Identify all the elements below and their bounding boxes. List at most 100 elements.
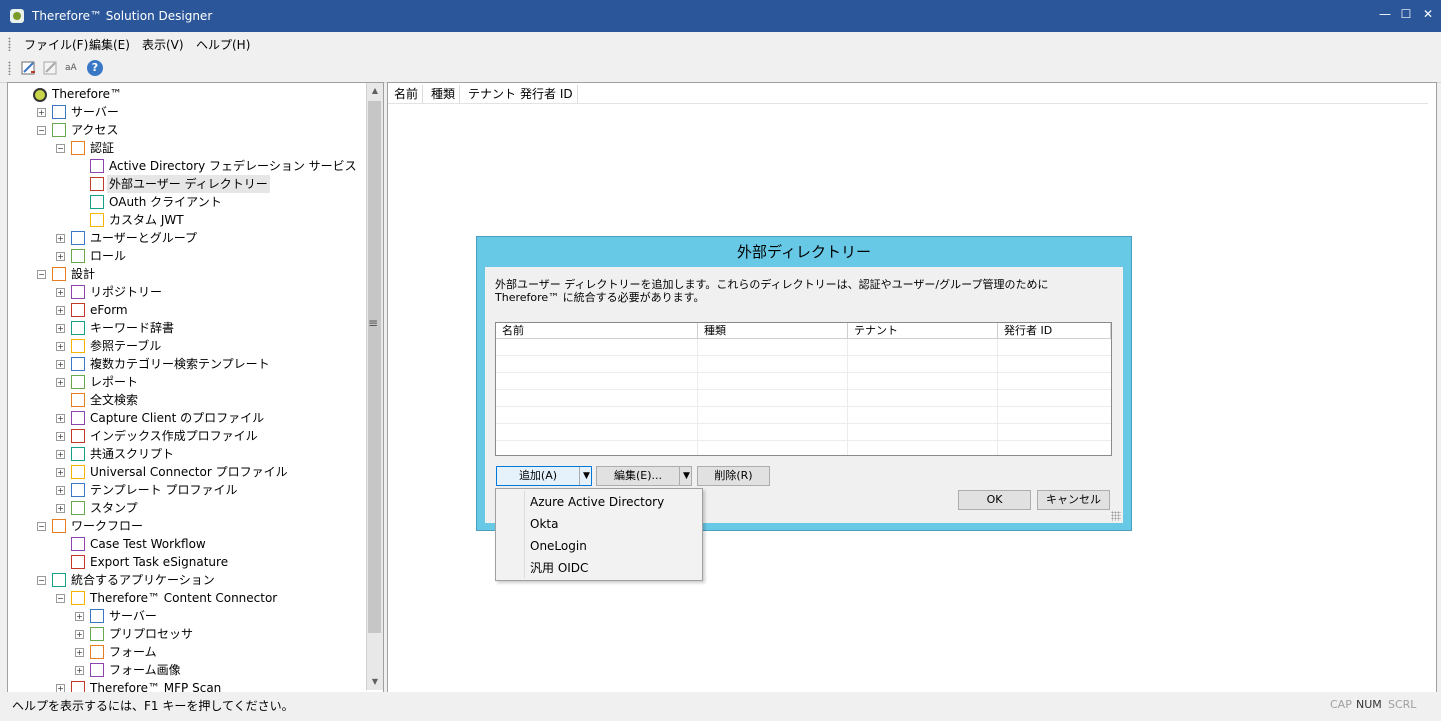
navigation-tree: Therefore™ + サーバー − アクセス − 認証 Active Directory … bbox=[7, 82, 384, 693]
ok-button[interactable]: OK bbox=[958, 490, 1031, 510]
tree-item-label: インデックス作成プロファイル bbox=[90, 429, 258, 443]
tree-item-label: 設計 bbox=[71, 267, 96, 281]
column-header-name[interactable]: 名前 bbox=[390, 85, 424, 104]
column-header-issuer-id[interactable]: 発行者 ID bbox=[516, 85, 578, 104]
maximize-button[interactable]: ☐ bbox=[1394, 4, 1418, 24]
tree-item-label: Therefore™ MFP Scan bbox=[90, 681, 222, 693]
grid-header-issuer-id[interactable]: 発行者 ID bbox=[998, 323, 1111, 339]
close-button[interactable]: ✕ bbox=[1416, 4, 1440, 24]
menu-view[interactable]: 表示(V) bbox=[142, 36, 184, 53]
window-title: Therefore™ Solution Designer bbox=[32, 9, 213, 23]
scroll-thumb[interactable] bbox=[368, 101, 381, 633]
table-row[interactable] bbox=[496, 407, 1111, 424]
expand-icon[interactable]: + bbox=[56, 432, 65, 441]
grid-divider bbox=[697, 339, 698, 455]
wizard-disabled-icon[interactable] bbox=[43, 60, 59, 76]
wizard-icon[interactable] bbox=[21, 60, 37, 76]
table-row[interactable] bbox=[496, 373, 1111, 390]
collapse-icon[interactable]: − bbox=[37, 126, 46, 135]
access-icon bbox=[52, 123, 66, 137]
tree-item-label: 共通スクリプト bbox=[90, 447, 175, 461]
dialog-title: 外部ディレクトリー bbox=[737, 243, 871, 261]
expand-icon[interactable]: + bbox=[56, 414, 65, 423]
expand-icon[interactable]: + bbox=[56, 288, 65, 297]
scroll-up-icon[interactable]: ▲ bbox=[367, 83, 383, 99]
expand-icon[interactable]: + bbox=[56, 342, 65, 351]
menu-item-okta[interactable]: Okta bbox=[530, 513, 558, 535]
tree-scrollbar[interactable]: ▲ ▼ bbox=[366, 83, 383, 690]
tree-item-label: テンプレート プロファイル bbox=[90, 483, 238, 497]
tree-item-label: 認証 bbox=[90, 141, 115, 155]
scroll-down-icon[interactable]: ▼ bbox=[367, 674, 383, 690]
add-dropdown-arrow-icon[interactable]: ▼ bbox=[579, 467, 593, 485]
tree-item-label: ワークフロー bbox=[71, 519, 144, 533]
expand-icon[interactable]: + bbox=[56, 486, 65, 495]
menu-item-azure-ad[interactable]: Azure Active Directory bbox=[530, 491, 664, 513]
status-bar: ヘルプを表示するには、F1 キーを押してください。 CAP NUM SCRL bbox=[0, 692, 1441, 721]
server-icon bbox=[90, 609, 104, 623]
tree-item-label: スタンプ bbox=[90, 501, 138, 515]
expand-icon[interactable]: + bbox=[56, 234, 65, 243]
collapse-icon[interactable]: − bbox=[56, 594, 65, 603]
menu-bar: ファイル(F) 編集(E) 表示(V) ヘルプ(H) bbox=[0, 32, 1441, 56]
cancel-button[interactable]: キャンセル bbox=[1037, 490, 1110, 510]
tree-item-label: カスタム JWT bbox=[109, 213, 184, 227]
tree-item-label: プリプロセッサ bbox=[109, 627, 194, 641]
tree-item-label: OAuth クライアント bbox=[109, 195, 222, 209]
dialog-description: 外部ユーザー ディレクトリーを追加します。これらのディレクトリーは、認証やユーザ… bbox=[495, 278, 1049, 304]
menubar-grip-icon[interactable] bbox=[8, 37, 11, 51]
menu-help[interactable]: ヘルプ(H) bbox=[196, 36, 250, 53]
expand-icon[interactable]: + bbox=[75, 648, 84, 657]
grid-header-type[interactable]: 種類 bbox=[698, 323, 848, 339]
expand-icon[interactable]: + bbox=[56, 306, 65, 315]
menu-file[interactable]: ファイル(F) bbox=[24, 36, 88, 53]
expand-icon[interactable]: + bbox=[56, 252, 65, 261]
tree-item-label: 外部ユーザー ディレクトリー bbox=[107, 175, 270, 193]
expand-icon[interactable]: + bbox=[75, 666, 84, 675]
expand-icon[interactable]: + bbox=[56, 504, 65, 513]
expand-icon[interactable]: + bbox=[56, 360, 65, 369]
expand-icon[interactable]: + bbox=[75, 612, 84, 621]
table-row[interactable] bbox=[496, 356, 1111, 373]
tree-item-label: Active Directory フェデレーション サービス bbox=[109, 159, 357, 173]
tree-item-label: フォーム画像 bbox=[109, 663, 181, 677]
expand-icon[interactable]: + bbox=[56, 468, 65, 477]
help-icon[interactable]: ? bbox=[87, 60, 103, 76]
expand-icon[interactable]: + bbox=[75, 630, 84, 639]
integration-icon bbox=[52, 573, 66, 587]
column-header-type[interactable]: 種類 bbox=[427, 85, 461, 104]
expand-icon[interactable]: + bbox=[56, 324, 65, 333]
directory-grid[interactable]: 名前 種類 テナント 発行者 ID bbox=[495, 322, 1112, 456]
id-card-icon bbox=[90, 159, 104, 173]
collapse-icon[interactable]: − bbox=[37, 522, 46, 531]
resize-grip-icon[interactable] bbox=[1111, 511, 1121, 521]
edit-dropdown-arrow-icon[interactable]: ▼ bbox=[679, 467, 693, 485]
table-row[interactable] bbox=[496, 339, 1111, 356]
expand-icon[interactable]: + bbox=[37, 108, 46, 117]
add-button-label[interactable]: 追加(A) bbox=[497, 467, 579, 485]
grid-header-name[interactable]: 名前 bbox=[496, 323, 698, 339]
table-row[interactable] bbox=[496, 424, 1111, 441]
grid-header-tenant[interactable]: テナント bbox=[848, 323, 998, 339]
collapse-icon[interactable]: − bbox=[56, 144, 65, 153]
menu-item-generic-oidc[interactable]: 汎用 OIDC bbox=[530, 557, 588, 579]
expand-icon[interactable]: + bbox=[56, 378, 65, 387]
delete-button[interactable]: 削除(R) bbox=[697, 466, 770, 486]
edit-split-button[interactable]: 編集(E)... ▼ bbox=[596, 466, 692, 486]
edit-button-label[interactable]: 編集(E)... bbox=[597, 467, 679, 485]
tree-item-label: レポート bbox=[90, 375, 139, 389]
toolbar-grip-icon[interactable] bbox=[8, 61, 11, 75]
content-connector-icon bbox=[71, 591, 85, 605]
table-row[interactable] bbox=[496, 390, 1111, 407]
expand-icon[interactable]: + bbox=[56, 450, 65, 459]
collapse-icon[interactable]: − bbox=[37, 576, 46, 585]
splitter-grip-icon[interactable]: ≡ bbox=[368, 317, 378, 329]
column-header-tenant[interactable]: テナント bbox=[464, 85, 522, 104]
header-divider bbox=[388, 103, 1428, 104]
add-split-button[interactable]: 追加(A) ▼ bbox=[496, 466, 592, 486]
menu-edit[interactable]: 編集(E) bbox=[89, 36, 130, 53]
tree-item-label: アクセス bbox=[71, 123, 119, 137]
menu-item-onelogin[interactable]: OneLogin bbox=[530, 535, 587, 557]
rename-icon[interactable]: aA bbox=[65, 60, 81, 76]
collapse-icon[interactable]: − bbox=[37, 270, 46, 279]
